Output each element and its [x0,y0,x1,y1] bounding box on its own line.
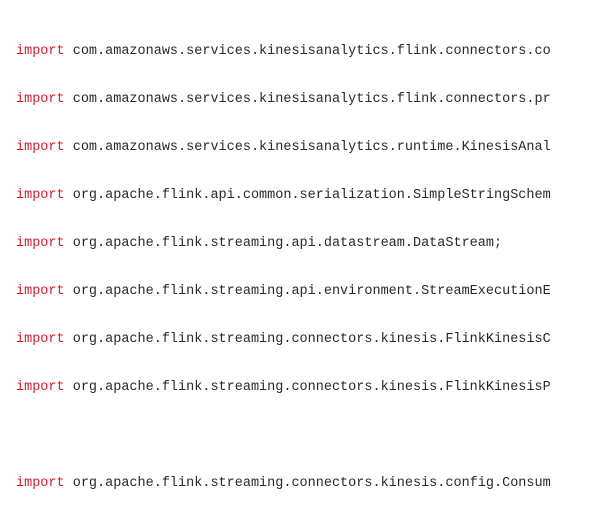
keyword-import: import [16,92,65,107]
import-line: import org.apache.flink.streaming.api.en… [16,280,615,304]
import-line: import com.amazonaws.services.kinesisana… [16,88,615,112]
keyword-import: import [16,140,65,155]
keyword-import: import [16,332,65,347]
keyword-import: import [16,188,65,203]
keyword-import: import [16,380,65,395]
import-path: org.apache.flink.streaming.connectors.ki… [73,476,551,491]
import-path: com.amazonaws.services.kinesisanalytics.… [73,92,551,107]
keyword-import: import [16,476,65,491]
import-line: import org.apache.flink.streaming.connec… [16,472,615,496]
keyword-import: import [16,44,65,59]
import-path: org.apache.flink.streaming.connectors.ki… [73,380,551,395]
import-path: org.apache.flink.streaming.api.environme… [73,284,551,299]
import-line: import org.apache.flink.streaming.api.da… [16,232,615,256]
keyword-import: import [16,284,65,299]
import-line: import com.amazonaws.services.kinesisana… [16,136,615,160]
import-path: org.apache.flink.streaming.connectors.ki… [73,332,551,347]
import-line: import org.apache.flink.streaming.connec… [16,328,615,352]
code-block: import com.amazonaws.services.kinesisana… [0,0,615,518]
import-path: com.amazonaws.services.kinesisanalytics.… [73,44,551,59]
import-line: import org.apache.flink.streaming.connec… [16,376,615,400]
import-line: import com.amazonaws.services.kinesisana… [16,40,615,64]
import-path: org.apache.flink.api.common.serializatio… [73,188,551,203]
blank-line [16,424,615,448]
import-line: import org.apache.flink.api.common.seria… [16,184,615,208]
import-path: com.amazonaws.services.kinesisanalytics.… [73,140,551,155]
import-path: org.apache.flink.streaming.api.datastrea… [73,236,502,251]
keyword-import: import [16,236,65,251]
